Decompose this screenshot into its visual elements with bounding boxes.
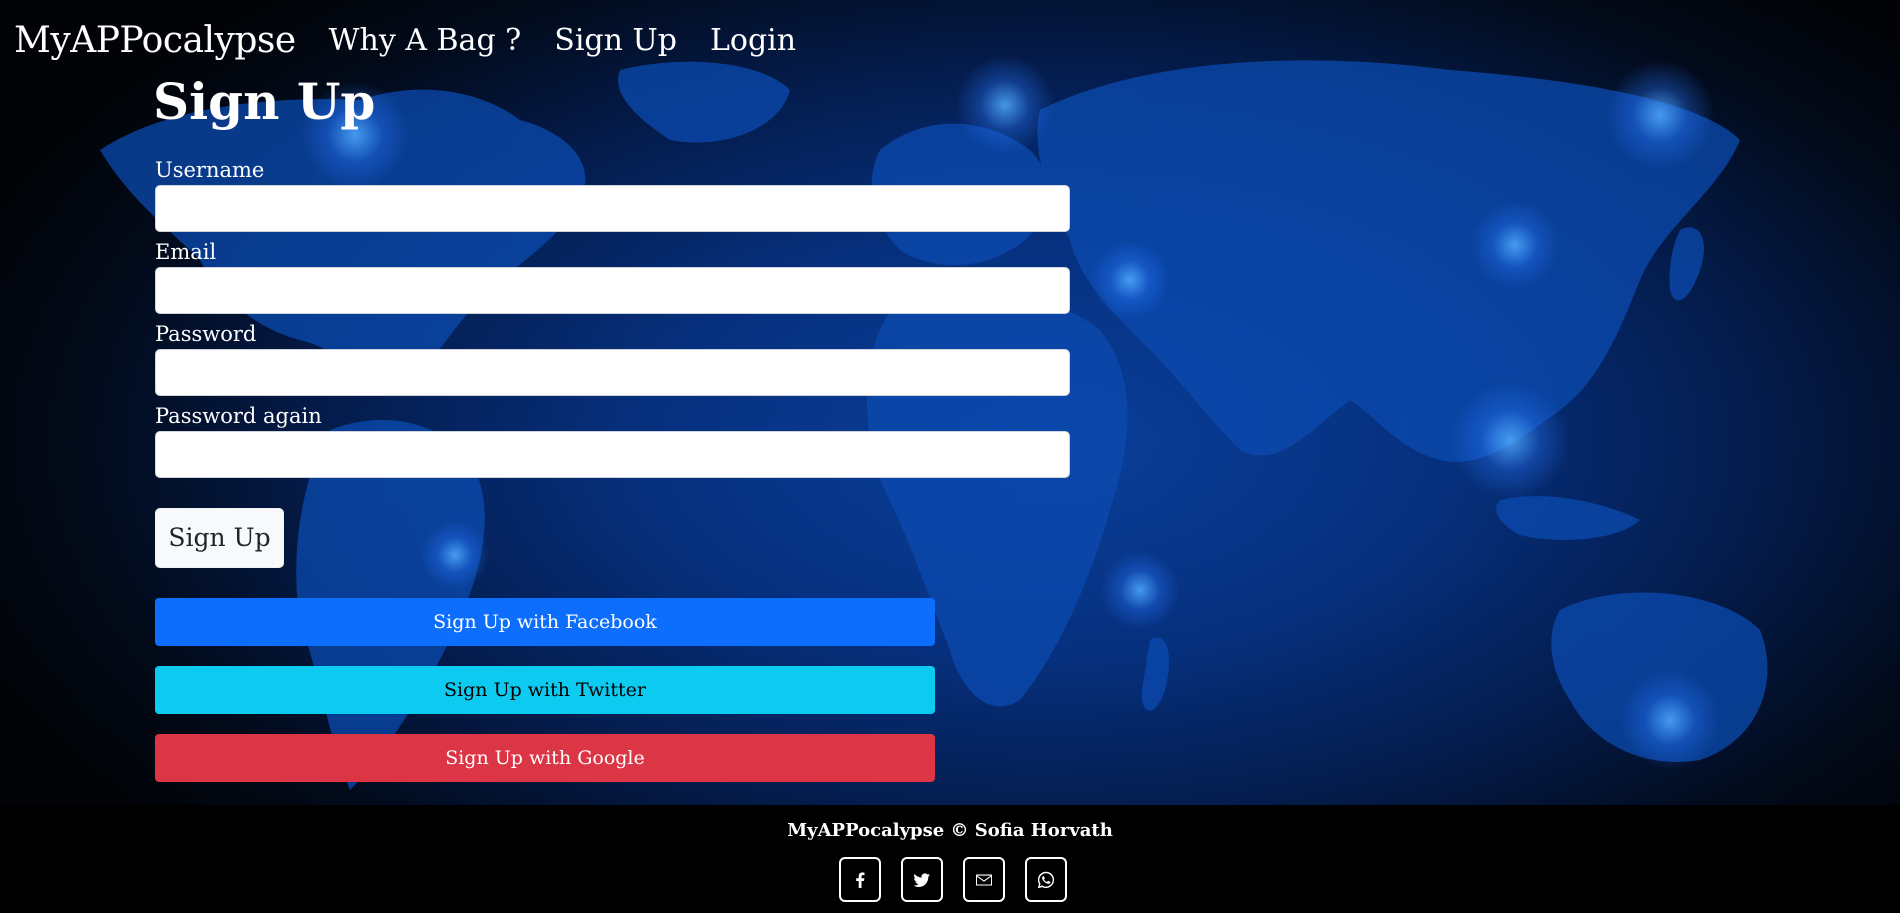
sign-up-facebook-button[interactable]: Sign Up with Facebook [155, 598, 935, 646]
nav-link-login[interactable]: Login [710, 23, 796, 58]
mail-icon[interactable] [963, 857, 1005, 902]
sign-up-twitter-button[interactable]: Sign Up with Twitter [155, 666, 935, 714]
signup-form: Sign Up Username Email Password Password… [153, 72, 1070, 782]
city-light-glow [1090, 240, 1170, 320]
twitter-icon[interactable] [901, 857, 943, 902]
footer: MyAPPocalypse © Sofia Horvath [0, 805, 1900, 913]
footer-social-icons [6, 857, 1900, 902]
city-light-glow [1620, 670, 1720, 770]
password-input[interactable] [155, 349, 1070, 396]
email-label: Email [155, 240, 217, 264]
city-light-glow [1470, 200, 1560, 290]
nav-link-why-a-bag[interactable]: Why A Bag ? [329, 23, 522, 58]
password-again-label: Password again [155, 404, 322, 428]
email-input[interactable] [155, 267, 1070, 314]
password-label: Password [155, 322, 257, 346]
username-input[interactable] [155, 185, 1070, 232]
facebook-icon[interactable] [839, 857, 881, 902]
password-again-input[interactable] [155, 431, 1070, 478]
sign-up-button[interactable]: Sign Up [155, 508, 284, 568]
sign-up-google-button[interactable]: Sign Up with Google [155, 734, 935, 782]
nav-link-sign-up[interactable]: Sign Up [554, 23, 677, 58]
city-light-glow [1100, 550, 1180, 630]
city-light-glow [1450, 380, 1570, 500]
username-label: Username [155, 158, 265, 182]
navbar: MyAPPocalypse Why A Bag ? Sign Up Login [0, 0, 1900, 80]
page-title: Sign Up [153, 72, 376, 131]
footer-copyright: MyAPPocalypse © Sofia Horvath [787, 820, 1113, 841]
brand-logo[interactable]: MyAPPocalypse [14, 20, 296, 61]
whatsapp-icon[interactable] [1025, 857, 1067, 902]
